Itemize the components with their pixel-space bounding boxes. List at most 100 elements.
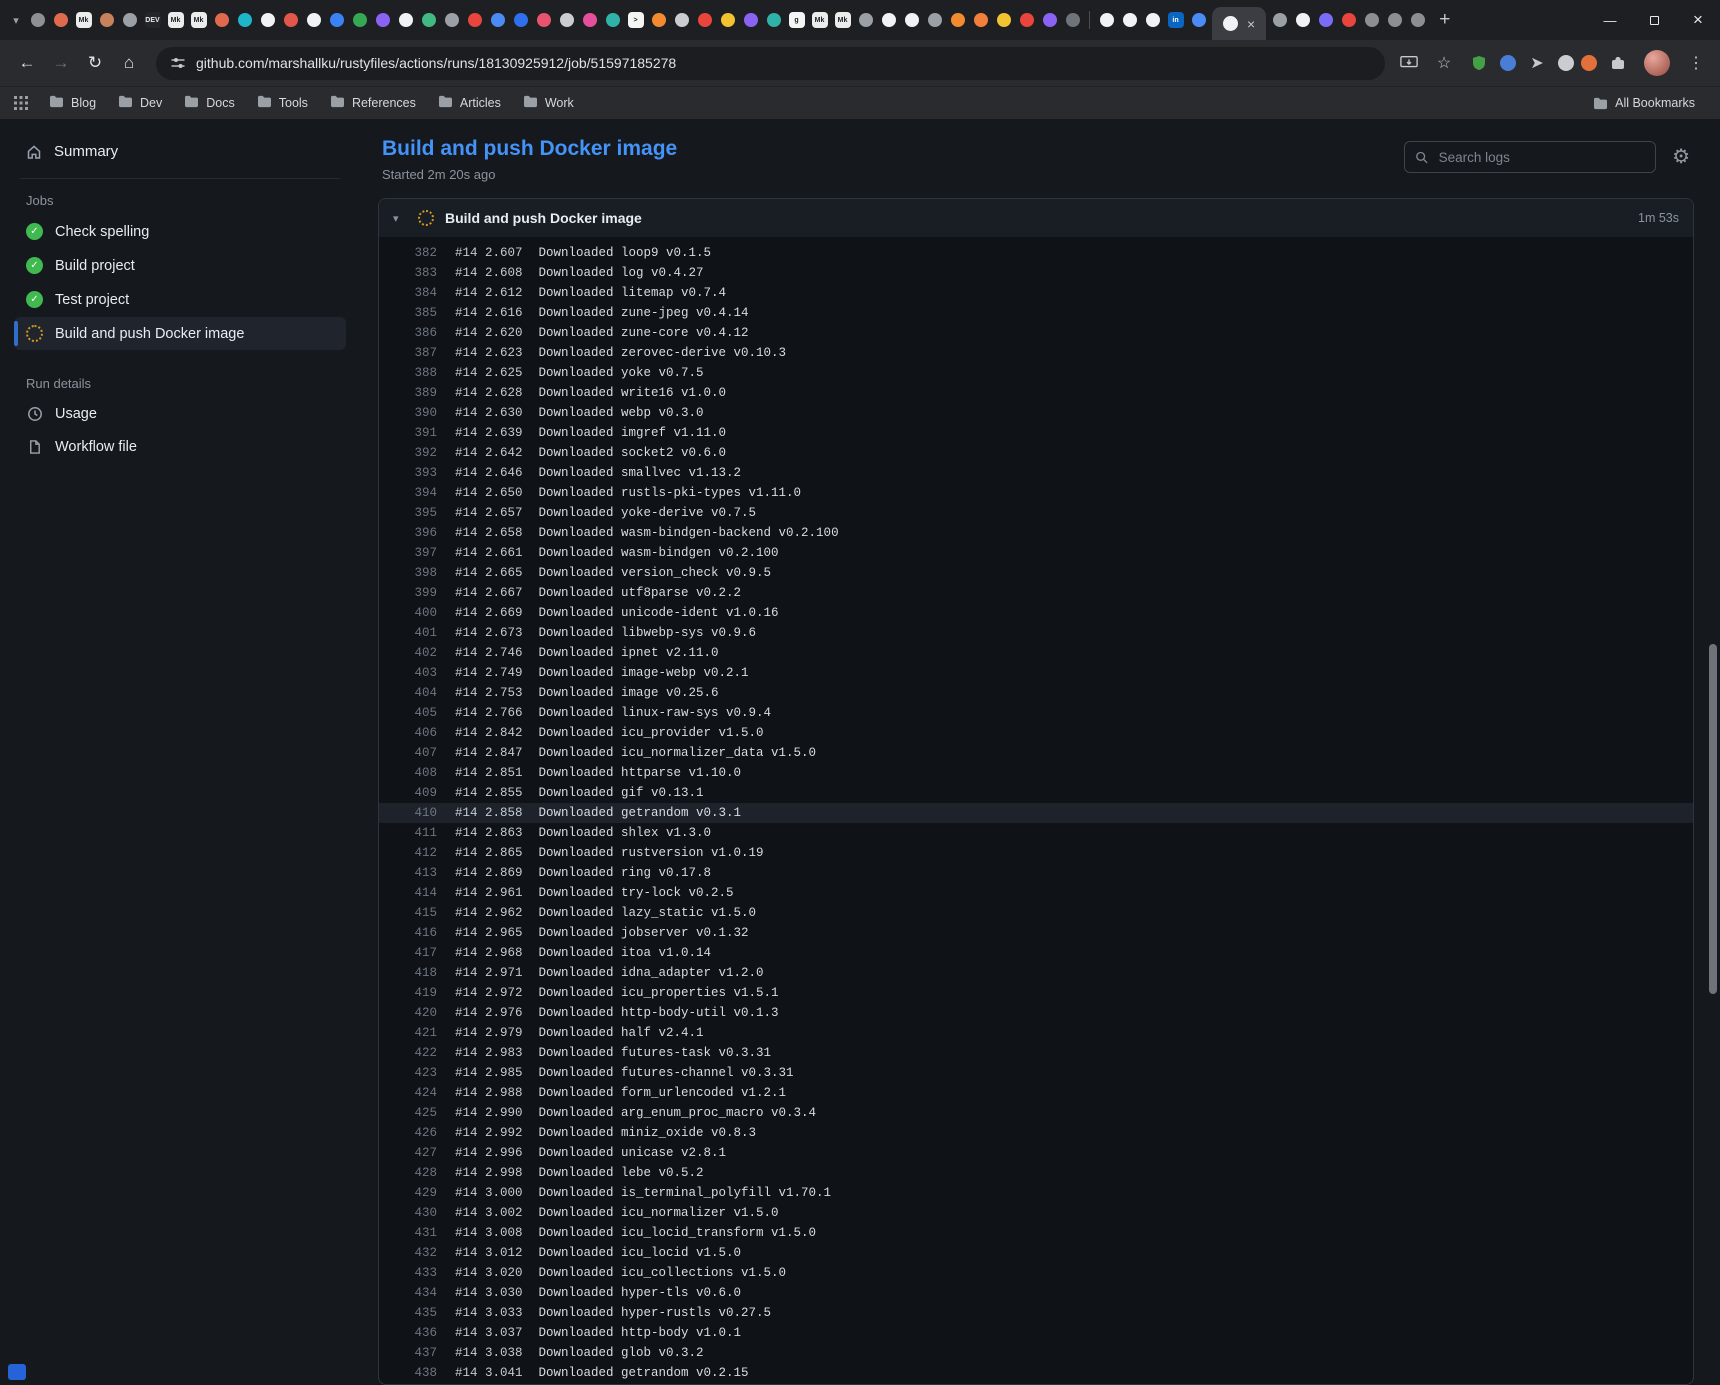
log-line-405[interactable]: 405#14 2.766Downloaded linux-raw-sys v0.… (379, 703, 1693, 723)
log-line-382[interactable]: 382#14 2.607Downloaded loop9 v0.1.5 (379, 243, 1693, 263)
log-line-397[interactable]: 397#14 2.661Downloaded wasm-bindgen v0.2… (379, 543, 1693, 563)
log-line-418[interactable]: 418#14 2.971Downloaded idna_adapter v1.2… (379, 963, 1693, 983)
all-bookmarks-button[interactable]: All Bookmarks (1582, 92, 1706, 114)
log-line-396[interactable]: 396#14 2.658Downloaded wasm-bindgen-back… (379, 523, 1693, 543)
bookmark-folder-docs[interactable]: Docs (173, 91, 245, 115)
log-line-403[interactable]: 403#14 2.749Downloaded image-webp v0.2.1 (379, 663, 1693, 683)
page-title[interactable]: Build and push Docker image (382, 137, 677, 161)
tab-close-icon[interactable]: × (1247, 17, 1255, 31)
bookmark-folder-dev[interactable]: Dev (107, 91, 173, 115)
url-text[interactable]: github.com/marshallku/rustyfiles/actions… (196, 55, 676, 71)
log-line-384[interactable]: 384#14 2.612Downloaded litemap v0.7.4 (379, 283, 1693, 303)
log-line-407[interactable]: 407#14 2.847Downloaded icu_normalizer_da… (379, 743, 1693, 763)
site-info-icon[interactable] (170, 55, 186, 71)
pinned-tab[interactable] (532, 0, 555, 40)
pinned-tab[interactable] (1141, 0, 1164, 40)
log-line-417[interactable]: 417#14 2.968Downloaded itoa v1.0.14 (379, 943, 1693, 963)
log-line-408[interactable]: 408#14 2.851Downloaded httparse v1.10.0 (379, 763, 1693, 783)
pinned-tab[interactable] (762, 0, 785, 40)
log-line-385[interactable]: 385#14 2.616Downloaded zune-jpeg v0.4.14 (379, 303, 1693, 323)
log-line-399[interactable]: 399#14 2.667Downloaded utf8parse v0.2.2 (379, 583, 1693, 603)
log-line-387[interactable]: 387#14 2.623Downloaded zerovec-derive v0… (379, 343, 1693, 363)
log-line-386[interactable]: 386#14 2.620Downloaded zune-core v0.4.12 (379, 323, 1693, 343)
log-line-422[interactable]: 422#14 2.983Downloaded futures-task v0.3… (379, 1043, 1693, 1063)
log-line-401[interactable]: 401#14 2.673Downloaded libwebp-sys v0.9.… (379, 623, 1693, 643)
pinned-tab[interactable]: > (624, 0, 647, 40)
new-tab-button[interactable]: + (1429, 9, 1460, 31)
log-line-421[interactable]: 421#14 2.979Downloaded half v2.4.1 (379, 1023, 1693, 1043)
extension-fox-icon[interactable] (1581, 55, 1597, 71)
sidebar-job-test-project[interactable]: ✓Test project (14, 283, 346, 316)
log-line-431[interactable]: 431#14 3.008Downloaded icu_locid_transfo… (379, 1223, 1693, 1243)
log-line-388[interactable]: 388#14 2.625Downloaded yoke v0.7.5 (379, 363, 1693, 383)
pinned-tab[interactable] (1118, 0, 1141, 40)
pinned-tab[interactable]: Mk (808, 0, 831, 40)
pinned-tab[interactable] (371, 0, 394, 40)
pinned-tab[interactable]: in (1164, 0, 1187, 40)
send-extension-icon[interactable]: ➤ (1523, 49, 1551, 77)
minimize-button[interactable]: — (1588, 0, 1632, 40)
pinned-tab[interactable] (1383, 0, 1406, 40)
pinned-tab[interactable] (854, 0, 877, 40)
log-line-414[interactable]: 414#14 2.961Downloaded try-lock v0.2.5 (379, 883, 1693, 903)
pinned-tab[interactable] (210, 0, 233, 40)
bookmark-folder-articles[interactable]: Articles (427, 91, 512, 115)
pinned-tab[interactable] (877, 0, 900, 40)
log-line-410[interactable]: 410#14 2.858Downloaded getrandom v0.3.1 (379, 803, 1693, 823)
log-body[interactable]: 382#14 2.607Downloaded loop9 v0.1.5383#1… (379, 237, 1693, 1384)
extensions-puzzle-icon[interactable] (1604, 49, 1632, 77)
pinned-tab[interactable] (1187, 0, 1210, 40)
bookmark-folder-references[interactable]: References (319, 91, 427, 115)
bookmark-folder-blog[interactable]: Blog (38, 91, 107, 115)
bookmark-folder-tools[interactable]: Tools (246, 91, 319, 115)
log-line-395[interactable]: 395#14 2.657Downloaded yoke-derive v0.7.… (379, 503, 1693, 523)
log-line-427[interactable]: 427#14 2.996Downloaded unicase v2.8.1 (379, 1143, 1693, 1163)
pinned-tab[interactable] (302, 0, 325, 40)
adblock-shield-icon[interactable] (1465, 49, 1493, 77)
pinned-tab[interactable] (279, 0, 302, 40)
log-line-409[interactable]: 409#14 2.855Downloaded gif v0.13.1 (379, 783, 1693, 803)
log-line-411[interactable]: 411#14 2.863Downloaded shlex v1.3.0 (379, 823, 1693, 843)
pinned-tab[interactable] (555, 0, 578, 40)
log-settings-gear-icon[interactable]: ⚙ (1672, 147, 1690, 167)
log-line-420[interactable]: 420#14 2.976Downloaded http-body-util v0… (379, 1003, 1693, 1023)
bookmark-star-icon[interactable]: ☆ (1430, 49, 1458, 77)
pinned-tab[interactable] (716, 0, 739, 40)
pinned-tab[interactable]: g (785, 0, 808, 40)
url-bar[interactable]: github.com/marshallku/rustyfiles/actions… (156, 47, 1385, 80)
pinned-tab[interactable] (49, 0, 72, 40)
pinned-tab[interactable] (26, 0, 49, 40)
pinned-tab[interactable] (1360, 0, 1383, 40)
sidebar-workflow-file[interactable]: Workflow file (14, 431, 346, 463)
log-line-406[interactable]: 406#14 2.842Downloaded icu_provider v1.5… (379, 723, 1693, 743)
pinned-tab[interactable] (417, 0, 440, 40)
log-line-383[interactable]: 383#14 2.608Downloaded log v0.4.27 (379, 263, 1693, 283)
extension-gray-icon[interactable] (1558, 55, 1574, 71)
log-group-header[interactable]: ▾ Build and push Docker image 1m 53s (379, 199, 1693, 237)
home-button[interactable]: ⌂ (112, 46, 146, 80)
log-line-393[interactable]: 393#14 2.646Downloaded smallvec v1.13.2 (379, 463, 1693, 483)
sidebar-usage[interactable]: Usage (14, 398, 346, 430)
log-line-392[interactable]: 392#14 2.642Downloaded socket2 v0.6.0 (379, 443, 1693, 463)
log-line-432[interactable]: 432#14 3.012Downloaded icu_locid v1.5.0 (379, 1243, 1693, 1263)
sidebar-job-build-and-push-docker-image[interactable]: Build and push Docker image (14, 317, 346, 350)
pinned-tab[interactable] (1038, 0, 1061, 40)
pinned-tab[interactable] (578, 0, 601, 40)
pinned-tab[interactable] (256, 0, 279, 40)
extension-blue-icon[interactable] (1500, 55, 1516, 71)
tab-search-chevron-icon[interactable]: ▾ (6, 14, 26, 27)
pinned-tab[interactable] (325, 0, 348, 40)
pinned-tab[interactable] (923, 0, 946, 40)
log-line-415[interactable]: 415#14 2.962Downloaded lazy_static v1.5.… (379, 903, 1693, 923)
log-line-429[interactable]: 429#14 3.000Downloaded is_terminal_polyf… (379, 1183, 1693, 1203)
pinned-tab[interactable] (992, 0, 1015, 40)
profile-avatar[interactable] (1644, 50, 1670, 76)
pinned-tab[interactable] (670, 0, 693, 40)
back-button[interactable]: ← (10, 46, 44, 80)
log-line-389[interactable]: 389#14 2.628Downloaded write16 v1.0.0 (379, 383, 1693, 403)
pinned-tab[interactable] (969, 0, 992, 40)
collapse-chevron-icon[interactable]: ▾ (393, 212, 407, 225)
log-line-416[interactable]: 416#14 2.965Downloaded jobserver v0.1.32 (379, 923, 1693, 943)
pinned-tab[interactable] (463, 0, 486, 40)
forward-button[interactable]: → (44, 46, 78, 80)
